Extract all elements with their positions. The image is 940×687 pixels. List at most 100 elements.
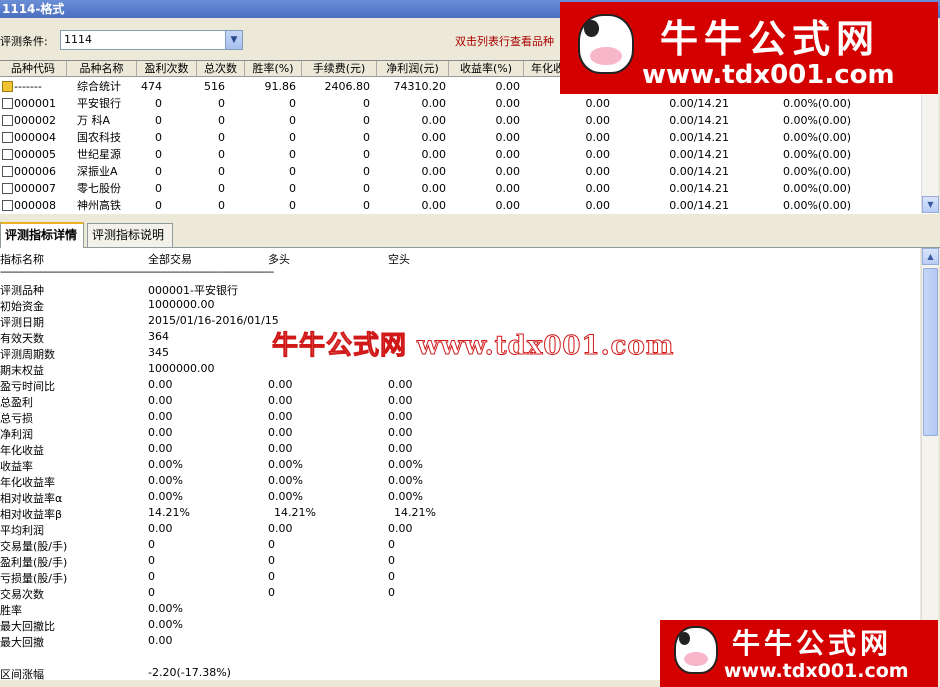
detail-long: 0.00% <box>268 474 303 487</box>
table-row[interactable]: 000001 平安银行 0 0 0 0 0.00 0.00 0.00 0.00/14.21 0.00… <box>0 95 920 112</box>
cell-win: 0 <box>155 182 162 195</box>
detail-all: 1000000.00 <box>148 362 215 375</box>
cell-rate: 0 <box>289 114 296 127</box>
cell-c11: 0.00%(0.00) <box>782 114 851 127</box>
table-row[interactable]: 000004 国农科技 0 0 0 0 0.00 0.00 0.00 0.00/14.21 0.00… <box>0 129 920 146</box>
detail-long: 0 <box>268 554 275 567</box>
col-header-name[interactable]: 品种名称 <box>67 61 137 77</box>
cow-mascot-icon <box>674 626 718 674</box>
chevron-down-icon[interactable]: ▼ <box>225 31 242 49</box>
cell-win: 0 <box>155 165 162 178</box>
detail-name: 评测品种 <box>0 284 44 297</box>
hint-text: 双击列表行查看品种 <box>455 35 554 48</box>
cell-profit: 0.00 <box>421 165 447 178</box>
cell-code: 000004 <box>14 131 56 144</box>
cell-profit: 0.00 <box>421 182 447 195</box>
detail-name: 初始资金 <box>0 300 44 313</box>
detail-name: 交易次数 <box>0 588 44 601</box>
cell-profit: 0.00 <box>421 148 447 161</box>
detail-name: 盈利量(股/手) <box>0 556 68 569</box>
cell-c10: 0.00/14.21 <box>669 131 729 144</box>
cell-c9: 0.00 <box>585 148 611 161</box>
cell-rate: 0 <box>289 182 296 195</box>
detail-all: 0.00 <box>148 522 173 535</box>
cell-ret: 0.00 <box>495 80 521 93</box>
col-header-fee[interactable]: 手续费(元) <box>302 61 377 77</box>
cell-profit: 0.00 <box>421 114 447 127</box>
detail-all: 0.00 <box>148 378 173 391</box>
col-header-win[interactable]: 盈利次数 <box>137 61 197 77</box>
detail-long: 0.00% <box>268 458 303 471</box>
stock-icon <box>2 183 13 194</box>
cell-fee: 0 <box>363 148 370 161</box>
cell-fee: 0 <box>363 199 370 212</box>
col-header-return[interactable]: 收益率(%) <box>449 61 524 77</box>
cell-fee: 0 <box>363 131 370 144</box>
table-row[interactable]: 000002 万 科A 0 0 0 0 0.00 0.00 0.00 0.00/14.21 0.00… <box>0 112 920 129</box>
cell-fee: 0 <box>363 114 370 127</box>
detail-short: 0.00 <box>388 426 413 439</box>
detail-long: 0.00 <box>268 426 293 439</box>
table-row[interactable]: 000006 深振业A 0 0 0 0 0.00 0.00 0.00 0.00/14.21 0.00… <box>0 163 920 180</box>
condition-value: 1114 <box>64 33 92 46</box>
cell-profit: 74310.20 <box>393 80 447 93</box>
grid-scrollbar[interactable]: ▼ <box>921 77 939 213</box>
cell-win: 0 <box>155 97 162 110</box>
table-row[interactable]: 000008 神州高铁 0 0 0 0 0.00 0.00 0.00 0.00/14.21 0.00… <box>0 197 920 214</box>
detail-name: 平均利润 <box>0 524 44 537</box>
detail-all: 14.21% <box>148 506 190 519</box>
cell-win: 0 <box>155 114 162 127</box>
cell-code: 000005 <box>14 148 56 161</box>
cell-total: 0 <box>218 148 225 161</box>
col-header-code[interactable]: 品种代码 <box>0 61 67 77</box>
cell-rate: 0 <box>289 148 296 161</box>
detail-name: 胜率 <box>0 604 22 617</box>
detail-all: 0.00% <box>148 458 183 471</box>
detail-all: 0.00 <box>148 394 173 407</box>
detail-name: 盈亏时间比 <box>0 380 55 393</box>
detail-name: 评测周期数 <box>0 348 55 361</box>
detail-name: 区间涨幅 <box>0 668 44 680</box>
detail-separator: ----------------------------------------… <box>0 265 274 278</box>
scroll-thumb[interactable] <box>923 268 938 436</box>
detail-name: 有效天数 <box>0 332 44 345</box>
cell-c9: 0.00 <box>585 199 611 212</box>
scroll-down-icon[interactable]: ▼ <box>922 196 939 213</box>
detail-short: 0.00 <box>388 378 413 391</box>
detail-short: 0 <box>388 570 395 583</box>
detail-scrollbar[interactable]: ▲ <box>921 248 939 680</box>
cell-name: 万 科A <box>77 114 111 127</box>
cell-c10: 0.00/14.21 <box>669 97 729 110</box>
cell-c11: 0.00%(0.00) <box>782 182 851 195</box>
cell-c11: 0.00%(0.00) <box>782 148 851 161</box>
cell-win: 0 <box>155 131 162 144</box>
logo-cn-text: 牛牛公式网 <box>660 16 881 61</box>
scroll-up-icon[interactable]: ▲ <box>922 248 939 265</box>
col-header-rate[interactable]: 胜率(%) <box>245 61 302 77</box>
stock-icon <box>2 115 13 126</box>
detail-all: 000001-平安银行 <box>148 284 238 297</box>
col-header-profit[interactable]: 净利润(元) <box>377 61 449 77</box>
detail-short: 0 <box>388 554 395 567</box>
col-header-total[interactable]: 总次数 <box>197 61 245 77</box>
table-row[interactable]: 000007 零七股份 0 0 0 0 0.00 0.00 0.00 0.00/14.21 0.00… <box>0 180 920 197</box>
tab-explanation[interactable]: 评测指标说明 <box>87 223 173 247</box>
cell-c9: 0.00 <box>585 182 611 195</box>
detail-name: 总亏损 <box>0 412 33 425</box>
cell-c9: 0.00 <box>585 131 611 144</box>
detail-name: 交易量(股/手) <box>0 540 68 553</box>
detail-long: 14.21% <box>274 506 316 519</box>
detail-short: 0.00 <box>388 522 413 535</box>
detail-all: 0.00 <box>148 442 173 455</box>
cell-fee: 0 <box>363 182 370 195</box>
condition-select[interactable]: 1114 ▼ <box>60 30 243 50</box>
cell-rate: 0 <box>289 199 296 212</box>
detail-name: 期末权益 <box>0 364 44 377</box>
tab-detail[interactable]: 评测指标详情 <box>0 222 84 248</box>
table-row[interactable]: 000005 世纪星源 0 0 0 0 0.00 0.00 0.00 0.00/14.21 0.00… <box>0 146 920 163</box>
cell-total: 0 <box>218 182 225 195</box>
brand-logo-top: 牛牛公式网 www.tdx001.com <box>560 2 938 94</box>
detail-all: 364 <box>148 330 169 343</box>
detail-name: 收益率 <box>0 460 33 473</box>
cell-ret: 0.00 <box>495 182 521 195</box>
